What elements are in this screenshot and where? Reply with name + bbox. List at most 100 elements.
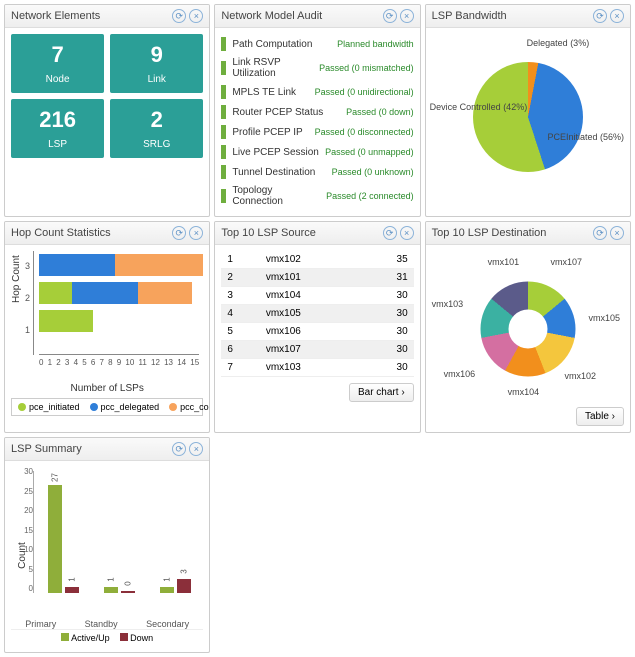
close-icon[interactable]: × bbox=[189, 226, 203, 240]
audit-item[interactable]: Router PCEP StatusPassed (0 down) bbox=[221, 102, 413, 122]
widget-network-elements: Network Elements ⟳ × 7Node 9Link 216LSP … bbox=[4, 4, 210, 217]
refresh-icon[interactable]: ⟳ bbox=[593, 9, 607, 23]
y-axis-label: Hop Count bbox=[11, 255, 22, 303]
donut-graphic bbox=[480, 282, 575, 377]
tile-link[interactable]: 9Link bbox=[110, 34, 203, 93]
donut-label: vmx103 bbox=[432, 299, 464, 309]
audit-item[interactable]: MPLS TE LinkPassed (0 unidirectional) bbox=[221, 82, 413, 102]
status-bar-icon bbox=[221, 37, 226, 51]
donut-label: vmx102 bbox=[564, 371, 596, 381]
widget-header: Network Elements ⟳ × bbox=[5, 5, 209, 28]
audit-item[interactable]: Tunnel DestinationPassed (0 unknown) bbox=[221, 162, 413, 182]
tile-grid: 7Node 9Link 216LSP 2SRLG bbox=[11, 34, 203, 158]
close-icon[interactable]: × bbox=[400, 9, 414, 23]
donut-label: vmx101 bbox=[488, 257, 520, 267]
summary-legend: Active/Up Down bbox=[11, 629, 203, 646]
lsp-bar-chart: Count 302520151050 27 1 1 0 1 3 bbox=[11, 467, 203, 617]
widget-lsp-destination: Top 10 LSP Destination ⟳× vmx101 vmx107 … bbox=[425, 221, 631, 433]
widget-header: Top 10 LSP Destination ⟳× bbox=[426, 222, 630, 245]
status-bar-icon bbox=[221, 189, 226, 203]
refresh-icon[interactable]: ⟳ bbox=[172, 9, 186, 23]
status-bar-icon bbox=[221, 165, 226, 179]
pie-label-pce: PCEInitiated (56%) bbox=[547, 132, 624, 142]
refresh-icon[interactable]: ⟳ bbox=[593, 226, 607, 240]
legend-item: pcc_controlled bbox=[169, 402, 210, 412]
tile-node[interactable]: 7Node bbox=[11, 34, 104, 93]
widget-title: Top 10 LSP Destination bbox=[432, 227, 547, 239]
close-icon[interactable]: × bbox=[189, 442, 203, 456]
donut-label: vmx105 bbox=[588, 313, 620, 323]
table-row[interactable]: 3vmx10430 bbox=[221, 287, 413, 305]
widget-header: Hop Count Statistics ⟳× bbox=[5, 222, 209, 245]
status-bar-icon bbox=[221, 145, 226, 159]
hop-row-2 bbox=[39, 279, 203, 307]
refresh-icon[interactable]: ⟳ bbox=[172, 442, 186, 456]
status-bar-icon bbox=[221, 105, 226, 119]
widget-controls: ⟳ × bbox=[172, 9, 203, 23]
widget-header: Top 10 LSP Source ⟳× bbox=[215, 222, 419, 245]
audit-item[interactable]: Path ComputationPlanned bandwidth bbox=[221, 34, 413, 54]
status-bar-icon bbox=[221, 85, 226, 99]
table-row[interactable]: 6vmx10730 bbox=[221, 341, 413, 359]
close-icon[interactable]: × bbox=[610, 9, 624, 23]
donut-label: vmx104 bbox=[508, 387, 540, 397]
status-bar-icon bbox=[221, 61, 226, 75]
tile-srlg[interactable]: 2SRLG bbox=[110, 99, 203, 158]
audit-list: Path ComputationPlanned bandwidth Link R… bbox=[215, 28, 419, 216]
audit-item[interactable]: Profile PCEP IPPassed (0 disconnected) bbox=[221, 122, 413, 142]
hop-chart: Hop Count 321 0123456789101112131415 bbox=[11, 251, 203, 381]
hop-row-1 bbox=[39, 307, 203, 335]
widget-title: Network Model Audit bbox=[221, 10, 322, 22]
widget-title: Top 10 LSP Source bbox=[221, 227, 316, 239]
audit-item[interactable]: Topology ConnectionPassed (2 connected) bbox=[221, 182, 413, 210]
close-icon[interactable]: × bbox=[189, 9, 203, 23]
bar-group-primary: 27 1 bbox=[48, 485, 79, 593]
widget-audit: Network Model Audit ⟳× Path ComputationP… bbox=[214, 4, 420, 217]
widget-title: LSP Summary bbox=[11, 443, 82, 455]
hop-row-3 bbox=[39, 251, 203, 279]
bar-group-secondary: 1 3 bbox=[160, 579, 191, 593]
x-axis-label: Number of LSPs bbox=[11, 383, 203, 394]
pie-label-device: Device Controlled (42%) bbox=[430, 102, 528, 112]
refresh-icon[interactable]: ⟳ bbox=[383, 9, 397, 23]
table-row[interactable]: 7vmx10330 bbox=[221, 359, 413, 377]
pie-chart: Delegated (3%) Device Controlled (42%) P… bbox=[432, 34, 624, 184]
widget-title: Network Elements bbox=[11, 10, 100, 22]
close-icon[interactable]: × bbox=[610, 226, 624, 240]
widget-header: Network Model Audit ⟳× bbox=[215, 5, 419, 28]
bar-chart-button[interactable]: Bar chart bbox=[349, 383, 414, 402]
widget-lsp-summary: LSP Summary ⟳× Count 302520151050 27 1 1… bbox=[4, 437, 210, 653]
tile-lsp[interactable]: 216LSP bbox=[11, 99, 104, 158]
legend-item: pce_initiated bbox=[18, 402, 80, 412]
widget-title: LSP Bandwidth bbox=[432, 10, 507, 22]
category-labels: PrimaryStandbySecondary bbox=[11, 619, 203, 629]
pie-graphic bbox=[473, 62, 583, 172]
status-bar-icon bbox=[221, 125, 226, 139]
legend-item: Down bbox=[120, 633, 154, 643]
legend-item: Active/Up bbox=[61, 633, 110, 643]
source-table: 1vmx10235 2vmx10131 3vmx10430 4vmx10530 … bbox=[221, 251, 413, 377]
bar-group-standby: 1 0 bbox=[104, 587, 135, 593]
table-row[interactable]: 4vmx10530 bbox=[221, 305, 413, 323]
donut-chart: vmx101 vmx107 vmx105 vmx102 vmx104 vmx10… bbox=[432, 251, 624, 401]
donut-label: vmx106 bbox=[444, 369, 476, 379]
widget-hop-count: Hop Count Statistics ⟳× Hop Count 321 01… bbox=[4, 221, 210, 433]
donut-label: vmx107 bbox=[550, 257, 582, 267]
widget-header: LSP Bandwidth ⟳× bbox=[426, 5, 630, 28]
widget-lsp-source: Top 10 LSP Source ⟳× 1vmx10235 2vmx10131… bbox=[214, 221, 420, 433]
refresh-icon[interactable]: ⟳ bbox=[172, 226, 186, 240]
table-button[interactable]: Table bbox=[576, 407, 624, 426]
legend-item: pcc_delegated bbox=[90, 402, 160, 412]
widget-bandwidth: LSP Bandwidth ⟳× Delegated (3%) Device C… bbox=[425, 4, 631, 217]
audit-item[interactable]: Link RSVP UtilizationPassed (0 mismatche… bbox=[221, 54, 413, 82]
widget-title: Hop Count Statistics bbox=[11, 227, 111, 239]
table-row[interactable]: 5vmx10630 bbox=[221, 323, 413, 341]
widget-header: LSP Summary ⟳× bbox=[5, 438, 209, 461]
close-icon[interactable]: × bbox=[400, 226, 414, 240]
hop-legend: pce_initiated pcc_delegated pcc_controll… bbox=[11, 398, 203, 416]
table-row[interactable]: 1vmx10235 bbox=[221, 251, 413, 269]
pie-label-delegated: Delegated (3%) bbox=[527, 38, 590, 48]
audit-item[interactable]: Live PCEP SessionPassed (0 unmapped) bbox=[221, 142, 413, 162]
refresh-icon[interactable]: ⟳ bbox=[383, 226, 397, 240]
table-row[interactable]: 2vmx10131 bbox=[221, 269, 413, 287]
